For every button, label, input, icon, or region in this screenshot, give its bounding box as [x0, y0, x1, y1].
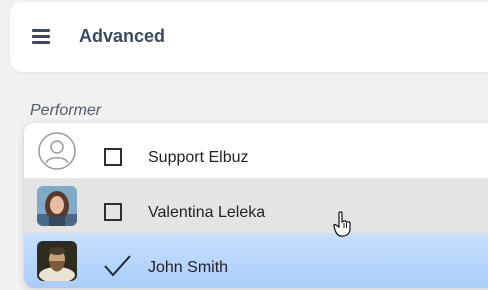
option-valentina-leleka[interactable]: Valentina Leleka	[24, 178, 488, 233]
checkbox[interactable]	[104, 203, 122, 221]
checkbox[interactable]	[104, 148, 122, 166]
page-title: Advanced	[79, 26, 166, 46]
option-john-smith[interactable]: John Smith	[24, 233, 488, 288]
hamburger-menu-icon[interactable]	[32, 29, 50, 45]
default-user-icon	[37, 131, 77, 171]
performer-dropdown[interactable]: Support Elbuz Valentina Leleka John Smit…	[24, 123, 488, 288]
woman-avatar-photo	[37, 186, 77, 226]
performer-label: Performer	[30, 102, 102, 119]
option-name: John Smith	[148, 259, 229, 276]
option-support-elbuz[interactable]: Support Elbuz	[24, 123, 488, 178]
option-name: Valentina Leleka	[148, 204, 266, 221]
hand-pointer-cursor-icon	[333, 211, 351, 237]
man-portrait-avatar	[37, 241, 77, 281]
header-bar: Advanced	[10, 2, 488, 72]
option-name: Support Elbuz	[148, 149, 249, 166]
checkmark-icon[interactable]	[102, 253, 132, 279]
